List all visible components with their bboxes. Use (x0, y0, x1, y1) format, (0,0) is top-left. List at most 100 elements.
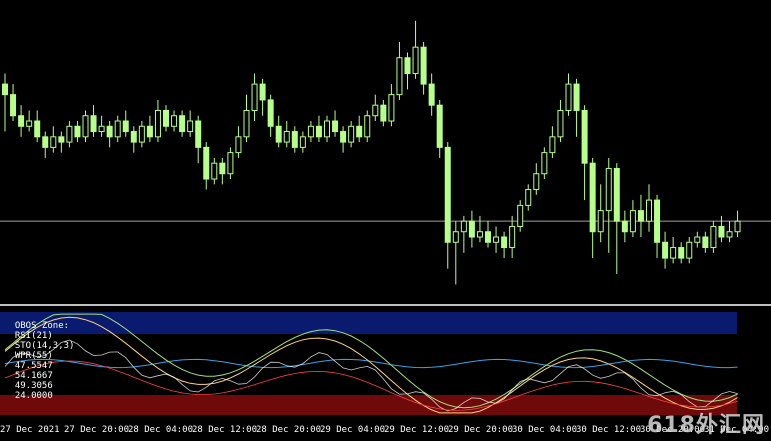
time-tick-label: 27 Dec 2021 (0, 425, 60, 435)
candle-body (734, 220, 741, 233)
candle-body (211, 162, 218, 180)
candle-body (283, 131, 290, 143)
time-tick-label: 28 Dec 04:00 (128, 425, 194, 435)
candle-body (364, 115, 371, 138)
candle-body (404, 57, 411, 75)
param-rsi: RSI(21) (14, 331, 53, 341)
candle-body (259, 83, 266, 101)
candle-body (203, 146, 210, 180)
candle-body (468, 220, 475, 238)
param-sto: STO(14,3,3) (14, 341, 75, 351)
candle-body (146, 125, 153, 138)
candle-body (66, 125, 73, 143)
candle-body (138, 125, 145, 143)
candle-body (315, 125, 322, 138)
candle-body (34, 120, 41, 138)
candle-body (629, 210, 636, 233)
candle-body (541, 152, 548, 175)
value-3: 49.3056 (14, 381, 53, 391)
candle-body (90, 115, 97, 133)
candle-body (195, 120, 202, 148)
candle-body (428, 83, 435, 106)
watermark-logo: 618外汇网 (647, 413, 765, 438)
candle-body (74, 125, 81, 138)
candle-body (597, 210, 604, 233)
candle-body (460, 220, 467, 233)
candle-body (388, 94, 395, 122)
time-tick-label: 28 Dec 20:00 (256, 425, 322, 435)
time-tick-label: 29 Dec 04:00 (320, 425, 386, 435)
candle-body (654, 199, 661, 243)
candle-body (702, 236, 709, 249)
candle-body (187, 120, 194, 133)
candle-body (718, 225, 725, 238)
candle-body (122, 120, 129, 133)
candle-body (493, 236, 500, 243)
candle-body (291, 131, 298, 148)
candle-body (621, 220, 628, 233)
time-tick-label: 27 Dec 20:00 (64, 425, 130, 435)
candle-body (372, 104, 379, 117)
candle-body (670, 247, 677, 259)
candle-body (581, 109, 588, 164)
candle-body (235, 136, 242, 154)
candle-body (58, 136, 65, 143)
candle-body (662, 241, 669, 259)
candle-body (243, 109, 250, 138)
candle-body (227, 152, 234, 175)
candle-body (50, 136, 57, 148)
candle-body (573, 83, 580, 111)
candle-body (710, 225, 717, 249)
indicator-window[interactable] (0, 307, 771, 419)
candle-body (82, 115, 89, 138)
price-chart[interactable] (0, 0, 771, 303)
candle-body (501, 236, 508, 249)
candle-body (476, 231, 483, 238)
time-tick-label: 29 Dec 12:00 (384, 425, 450, 435)
candle-body (420, 46, 427, 85)
candle-body (557, 109, 564, 138)
candle-body (726, 231, 733, 238)
candle-body (154, 109, 161, 138)
candle-body (98, 125, 105, 133)
candle-body (163, 109, 169, 127)
candle-body (299, 136, 306, 148)
candle-body (356, 125, 363, 138)
indicator-name: OBOS Zone: (14, 321, 70, 331)
candle-body (340, 131, 347, 143)
candle-body (332, 120, 339, 133)
time-tick-label: 29 Dec 20:00 (448, 425, 514, 435)
candle-body (678, 247, 685, 259)
candle-body (565, 83, 572, 111)
candle-body (637, 210, 644, 222)
candle-body (517, 204, 524, 227)
candle-body (130, 131, 137, 143)
candle-body (436, 104, 443, 148)
candle-body (412, 46, 419, 75)
candle-body (549, 136, 556, 154)
candle-body (605, 167, 612, 212)
value-2: 54.1667 (14, 371, 53, 381)
candle-body (307, 125, 314, 138)
candle-body (179, 115, 186, 133)
candle-body (275, 125, 282, 143)
candle-body (694, 236, 701, 243)
candle-body (396, 57, 403, 96)
value-4: 24.0000 (14, 391, 53, 401)
candle-body (324, 120, 330, 138)
candle-body (251, 83, 258, 111)
candle-body (219, 162, 226, 175)
candle-body (106, 125, 113, 138)
candle-body (42, 136, 49, 148)
candle-body (2, 83, 8, 96)
candle-body (525, 189, 532, 206)
overbought-zone (0, 312, 737, 334)
candle-body (171, 115, 178, 127)
candle-body (10, 94, 17, 117)
candle-body (533, 173, 540, 191)
candle-body (509, 225, 516, 249)
candle-body (380, 104, 387, 122)
candle-body (114, 120, 121, 138)
time-tick-label: 28 Dec 12:00 (192, 425, 258, 435)
window-separator[interactable] (0, 304, 771, 306)
